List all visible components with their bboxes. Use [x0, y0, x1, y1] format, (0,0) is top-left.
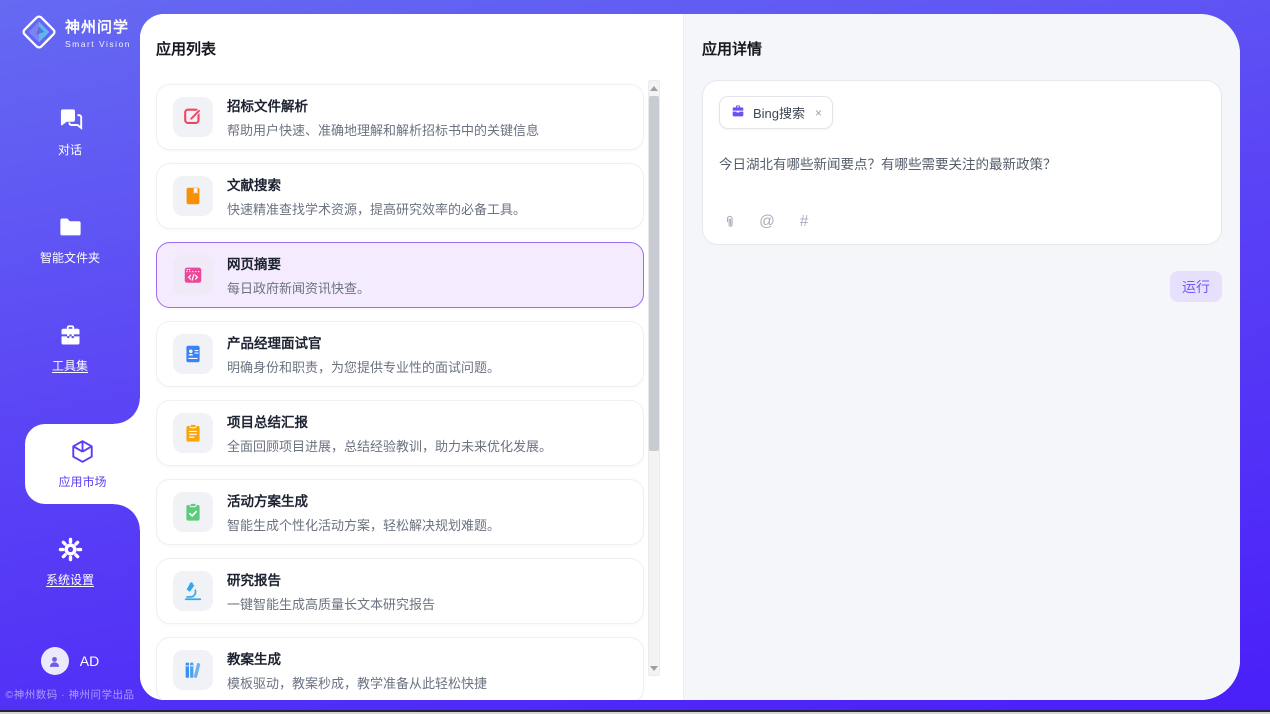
sidebar-item-label: 智能文件夹 — [40, 249, 100, 266]
app-card-name: 教案生成 — [227, 648, 487, 668]
app-card-name: 招标文件解析 — [227, 95, 539, 115]
run-row: 运行 — [702, 271, 1222, 302]
app-card-name: 活动方案生成 — [227, 490, 500, 510]
app-card-name: 研究报告 — [227, 569, 435, 589]
app-card-description: 帮助用户快速、准确地理解和解析招标书中的关键信息 — [227, 120, 539, 139]
sidebar-item-gear[interactable]: 系统设置 — [0, 530, 140, 594]
copyright: ©神州数码 · 神州问学出品 — [0, 687, 140, 702]
sidebar-item-folder[interactable]: 智能文件夹 — [0, 208, 140, 272]
resume-icon — [173, 334, 213, 374]
app-card-name: 产品经理面试官 — [227, 332, 500, 352]
gear-icon — [57, 536, 84, 563]
content-area: 应用列表 招标文件解析帮助用户快速、准确地理解和解析招标书中的关键信息文献搜索快… — [140, 14, 1240, 700]
user-name: AD — [80, 653, 99, 669]
app-card-resume[interactable]: 产品经理面试官明确身份和职责，为您提供专业性的面试问题。 — [156, 321, 644, 387]
app-card-name: 项目总结汇报 — [227, 411, 552, 431]
sidebar-item-toolbox[interactable]: 工具集 — [0, 316, 140, 380]
brand-subtitle: Smart Vision — [65, 39, 131, 49]
app-card-text: 网页摘要每日政府新闻资讯快查。 — [227, 253, 370, 297]
prompt-text[interactable]: 今日湖北有哪些新闻要点？有哪些需要关注的最新政策？ — [719, 155, 1205, 175]
chip-close-icon[interactable]: × — [815, 106, 822, 120]
brand-name: 神州问学 — [65, 16, 131, 37]
books-icon — [173, 650, 213, 690]
browser-code-icon — [173, 255, 213, 295]
clipboard-icon — [173, 413, 213, 453]
app-card-description: 智能生成个性化活动方案，轻松解决规划难题。 — [227, 515, 500, 534]
tool-chip-bing-search[interactable]: Bing搜索 × — [719, 96, 833, 129]
app-card-description: 一键智能生成高质量长文本研究报告 — [227, 594, 435, 613]
microscope-icon — [173, 571, 213, 611]
sidebar-footer: AD ©神州数码 · 神州问学出品 — [0, 647, 140, 702]
app-card-clipboard[interactable]: 项目总结汇报全面回顾项目进展，总结经验教训，助力未来优化发展。 — [156, 400, 644, 466]
app-card-description: 全面回顾项目进展，总结经验教训，助力未来优化发展。 — [227, 436, 552, 455]
app-card-description: 模板驱动，教案秒成，教学准备从此轻松快捷 — [227, 673, 487, 692]
app-card-description: 每日政府新闻资讯快查。 — [227, 278, 370, 297]
toolbox-icon — [57, 322, 84, 349]
brand: 神州问学 Smart Vision — [0, 0, 140, 51]
app-cards: 招标文件解析帮助用户快速、准确地理解和解析招标书中的关键信息文献搜索快速精准查找… — [156, 84, 644, 700]
app-card-text: 项目总结汇报全面回顾项目进展，总结经验教训，助力未来优化发展。 — [227, 411, 552, 455]
app-card-clipboard-check[interactable]: 活动方案生成智能生成个性化活动方案，轻松解决规划难题。 — [156, 479, 644, 545]
scrollbar-thumb[interactable] — [649, 96, 659, 451]
app-card-edit-doc[interactable]: 招标文件解析帮助用户快速、准确地理解和解析招标书中的关键信息 — [156, 84, 644, 150]
app-card-books[interactable]: 教案生成模板驱动，教案秒成，教学准备从此轻松快捷 — [156, 637, 644, 700]
app-list-panel: 应用列表 招标文件解析帮助用户快速、准确地理解和解析招标书中的关键信息文献搜索快… — [140, 14, 683, 700]
sidebar-item-label: 应用市场 — [58, 473, 106, 490]
app-card-text: 活动方案生成智能生成个性化活动方案，轻松解决规划难题。 — [227, 490, 500, 534]
app-card-text: 研究报告一键智能生成高质量长文本研究报告 — [227, 569, 435, 613]
app-card-text: 产品经理面试官明确身份和职责，为您提供专业性的面试问题。 — [227, 332, 500, 376]
user-menu[interactable]: AD — [0, 647, 140, 675]
brand-diamond-logo-icon — [20, 13, 58, 51]
app-card-text: 招标文件解析帮助用户快速、准确地理解和解析招标书中的关键信息 — [227, 95, 539, 139]
chat-icon — [57, 106, 84, 133]
clipboard-check-icon — [173, 492, 213, 532]
attachment-icon[interactable] — [721, 213, 739, 231]
app-card-text: 文献搜索快速精准查找学术资源，提高研究效率的必备工具。 — [227, 174, 526, 218]
sidebar-item-cube[interactable]: 应用市场 — [25, 424, 140, 504]
sidebar-nav: 对话智能文件夹工具集应用市场系统设置 — [0, 51, 140, 594]
app-list: 招标文件解析帮助用户快速、准确地理解和解析招标书中的关键信息文献搜索快速精准查找… — [156, 80, 644, 700]
briefcase-icon — [730, 103, 746, 122]
tool-chip-label: Bing搜索 — [753, 103, 805, 122]
sidebar-item-label: 系统设置 — [46, 571, 94, 588]
brand-text: 神州问学 Smart Vision — [65, 16, 131, 49]
mention-icon[interactable]: @ — [758, 213, 776, 231]
cube-icon — [69, 438, 96, 465]
app-card-book[interactable]: 文献搜索快速精准查找学术资源，提高研究效率的必备工具。 — [156, 163, 644, 229]
hashtag-icon[interactable]: # — [795, 213, 813, 231]
sidebar-item-label: 对话 — [58, 141, 82, 158]
prompt-toolbar: @ # — [721, 213, 813, 231]
scroll-up-arrow[interactable] — [649, 82, 659, 94]
folder-icon — [57, 214, 84, 241]
app-list-title: 应用列表 — [156, 40, 683, 60]
sidebar-item-label: 工具集 — [52, 357, 88, 374]
app-card-microscope[interactable]: 研究报告一键智能生成高质量长文本研究报告 — [156, 558, 644, 624]
sidebar: 神州问学 Smart Vision 对话智能文件夹工具集应用市场系统设置 AD … — [0, 0, 140, 714]
book-icon — [173, 176, 213, 216]
app-card-text: 教案生成模板驱动，教案秒成，教学准备从此轻松快捷 — [227, 648, 487, 692]
scrollbar[interactable] — [648, 80, 660, 676]
app-card-name: 网页摘要 — [227, 253, 370, 273]
edit-doc-icon — [173, 97, 213, 137]
app-detail-panel: 应用详情 Bing搜索 × 今日湖北有哪些新闻要点？有哪些需要关注的最新政策？ … — [683, 14, 1240, 700]
app-card-name: 文献搜索 — [227, 174, 526, 194]
app-card-description: 快速精准查找学术资源，提高研究效率的必备工具。 — [227, 199, 526, 218]
app-detail-title: 应用详情 — [702, 40, 1222, 60]
app-card-browser-code[interactable]: 网页摘要每日政府新闻资讯快查。 — [156, 242, 644, 308]
app-card-description: 明确身份和职责，为您提供专业性的面试问题。 — [227, 357, 500, 376]
user-avatar-icon — [41, 647, 69, 675]
run-button[interactable]: 运行 — [1170, 271, 1222, 302]
bottom-edge-divider — [0, 710, 1270, 714]
sidebar-item-chat[interactable]: 对话 — [0, 100, 140, 164]
prompt-card: Bing搜索 × 今日湖北有哪些新闻要点？有哪些需要关注的最新政策？ @ # — [702, 80, 1222, 245]
scroll-down-arrow[interactable] — [649, 662, 659, 674]
